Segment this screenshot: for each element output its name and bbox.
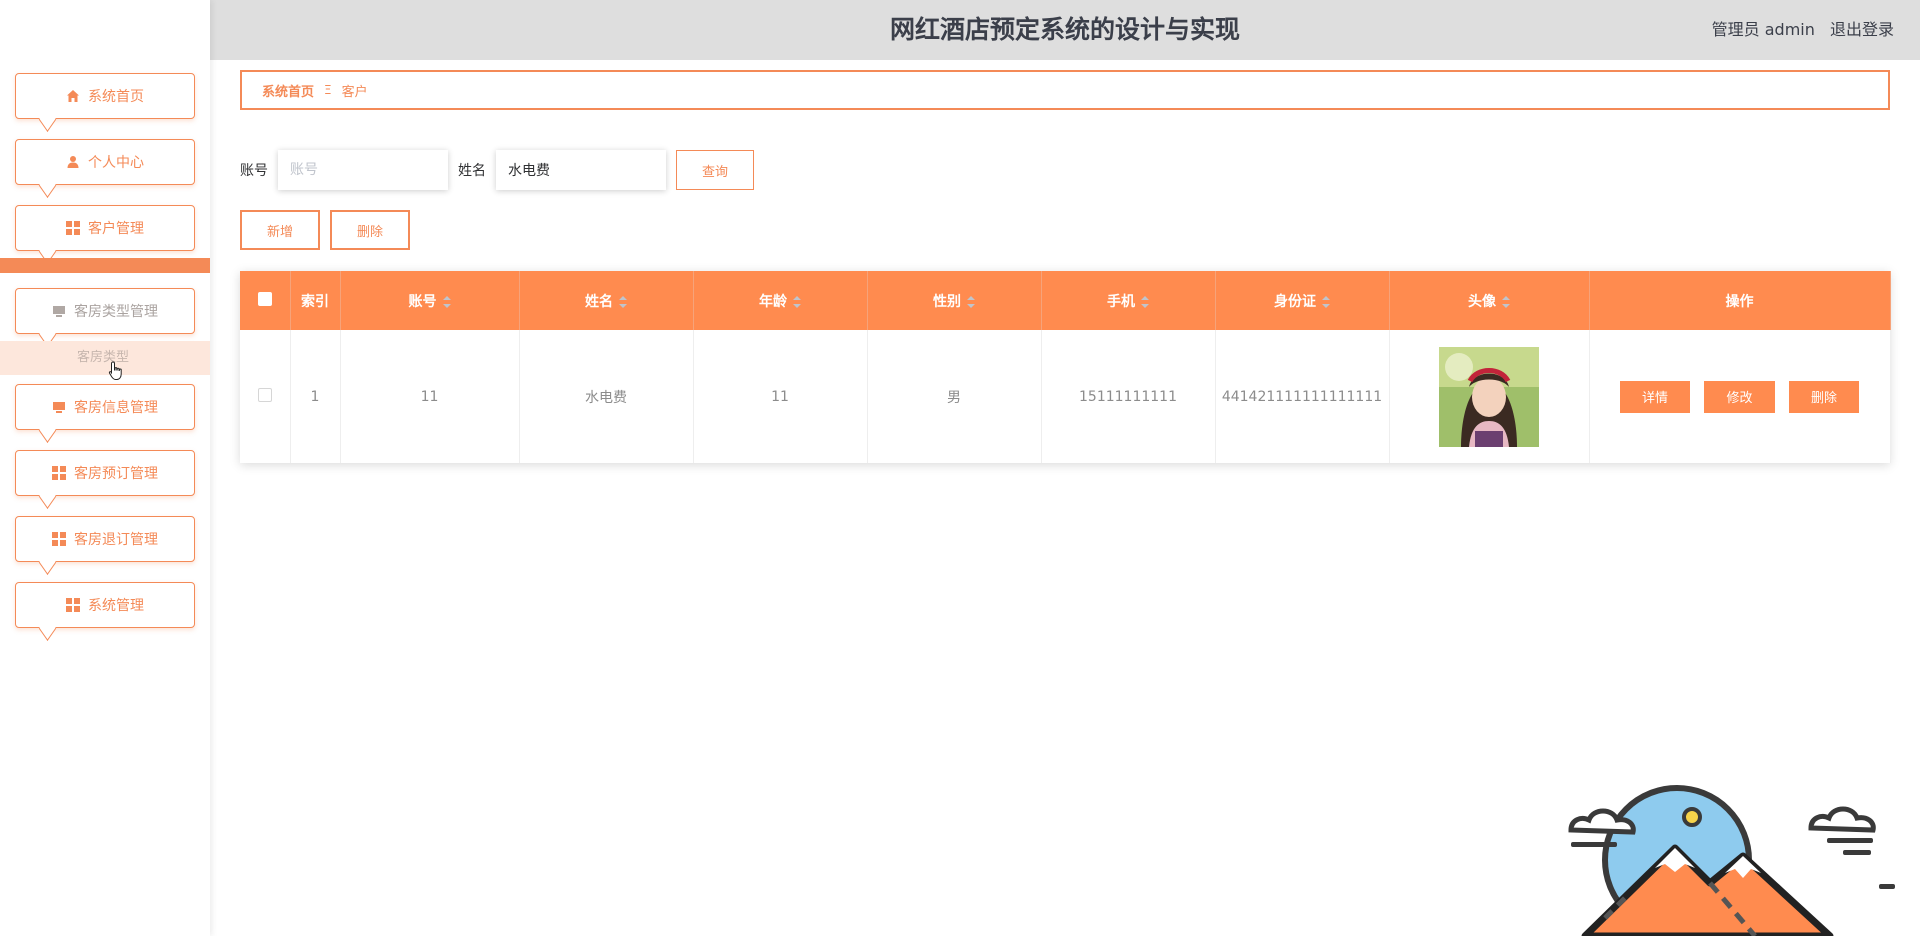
sidebar-item-label: 客房类型管理 <box>74 304 158 320</box>
column-header[interactable]: 手机 <box>1041 271 1216 330</box>
phone-cell: 15111111111 <box>1041 330 1216 463</box>
admin-role-label: 管理员 admin <box>1711 20 1815 39</box>
column-header-label: 索引 <box>301 293 329 310</box>
age-cell: 11 <box>693 330 868 463</box>
sidebar-item-label: 个人中心 <box>88 155 144 171</box>
sidebar-item-customers[interactable]: 客户管理 <box>15 205 195 251</box>
account-search-input[interactable] <box>278 150 448 190</box>
column-header[interactable]: 头像 <box>1389 271 1590 330</box>
row-delete-button[interactable]: 删除 <box>1788 380 1859 413</box>
row-select-cell[interactable] <box>240 330 291 463</box>
sidebar-item-profile[interactable]: 个人中心 <box>15 139 195 185</box>
sidebar-item-label: 系统管理 <box>88 598 144 614</box>
breadcrumb: 系统首页 Ξ 客户 <box>240 70 1890 110</box>
column-header[interactable]: 账号 <box>340 271 520 330</box>
column-header-label: 头像 <box>1468 293 1496 310</box>
sidebar-item-cancellations[interactable]: 客房退订管理 <box>15 516 195 562</box>
mountain-illustration <box>1568 785 1895 936</box>
sidebar-item-label: 系统首页 <box>88 89 144 105</box>
id-card-cell: 441421111111111111 <box>1215 330 1390 463</box>
select-all-cell[interactable] <box>240 271 291 330</box>
breadcrumb-separator: Ξ <box>324 83 332 97</box>
hand-cursor-icon <box>108 361 122 380</box>
sidebar-item-label: 客户管理 <box>88 221 144 237</box>
breadcrumb-home-link[interactable]: 系统首页 <box>262 81 314 100</box>
user-icon <box>67 156 79 168</box>
sort-icon[interactable] <box>1322 295 1330 308</box>
table-header-row: 索引 账号 姓名 年龄 性别 手机 身份证 头像 操作 <box>240 271 1891 330</box>
table-row: 1 11 水电费 11 男 15111111111 44142111111111… <box>240 330 1891 463</box>
detail-button[interactable]: 详情 <box>1620 380 1691 413</box>
header-user-area: 管理员 admin 退出登录 <box>1702 0 1894 60</box>
sort-icon[interactable] <box>793 295 801 308</box>
sort-icon[interactable] <box>967 295 975 308</box>
page-title: 网红酒店预定系统的设计与实现 <box>889 15 1240 44</box>
account-label: 账号 <box>240 163 268 179</box>
batch-delete-button[interactable]: 删除 <box>330 210 410 250</box>
sidebar: 系统首页 个人中心 客户管理 客房类型管理 客房类型 客房信息管理 客房预订管理… <box>0 0 210 936</box>
grid-icon <box>66 221 80 235</box>
select-all-checkbox[interactable] <box>257 291 272 306</box>
avatar-cell <box>1389 330 1590 463</box>
customer-table: 索引 账号 姓名 年龄 性别 手机 身份证 头像 操作 1 11 水电费 11 … <box>240 271 1891 463</box>
column-header-label: 手机 <box>1107 293 1135 310</box>
column-header[interactable]: 性别 <box>867 271 1042 330</box>
sidebar-item-home[interactable]: 系统首页 <box>15 73 195 119</box>
submenu-item-room-type[interactable]: 客房类型 <box>0 341 210 375</box>
column-header-label: 年龄 <box>759 293 787 310</box>
monitor-icon <box>53 306 65 317</box>
sidebar-item-room-info[interactable]: 客房信息管理 <box>15 384 195 430</box>
column-header-label: 账号 <box>408 293 437 310</box>
column-header[interactable]: 年龄 <box>693 271 868 330</box>
sidebar-item-system[interactable]: 系统管理 <box>15 582 195 628</box>
index-cell: 1 <box>290 330 341 463</box>
account-cell: 11 <box>340 330 520 463</box>
sidebar-item-label: 客房预订管理 <box>74 466 158 482</box>
sort-icon[interactable] <box>1502 295 1510 308</box>
name-cell: 水电费 <box>519 330 694 463</box>
active-menu-indicator <box>0 258 210 273</box>
monitor-icon <box>53 402 65 413</box>
sort-icon[interactable] <box>442 295 451 308</box>
edit-button[interactable]: 修改 <box>1704 380 1775 413</box>
top-header: 网红酒店预定系统的设计与实现 管理员 admin 退出登录 <box>210 0 1920 60</box>
add-button[interactable]: 新增 <box>240 210 320 250</box>
column-header: 索引 <box>290 271 341 330</box>
column-header-label: 操作 <box>1725 293 1754 310</box>
name-search-input[interactable] <box>496 150 666 190</box>
sidebar-item-label: 客房退订管理 <box>74 532 158 548</box>
column-header[interactable]: 姓名 <box>519 271 694 330</box>
sidebar-item-bookings[interactable]: 客房预订管理 <box>15 450 195 496</box>
column-header: 操作 <box>1589 271 1891 330</box>
name-label: 姓名 <box>458 163 486 179</box>
sort-icon[interactable] <box>619 295 627 308</box>
sidebar-item-room-types[interactable]: 客房类型管理 <box>15 288 195 334</box>
actions-cell: 详情 修改 删除 <box>1589 330 1891 463</box>
logout-link[interactable]: 退出登录 <box>1830 20 1894 39</box>
sidebar-item-label: 客房信息管理 <box>74 400 158 416</box>
column-header[interactable]: 身份证 <box>1215 271 1390 330</box>
row-checkbox[interactable] <box>257 387 272 402</box>
avatar <box>1439 346 1539 447</box>
breadcrumb-current: 客户 <box>341 84 368 100</box>
gender-cell: 男 <box>867 330 1042 463</box>
column-header-label: 身份证 <box>1274 293 1316 310</box>
home-icon <box>67 90 79 102</box>
grid-icon <box>52 532 66 546</box>
grid-icon <box>66 598 80 612</box>
column-header-label: 性别 <box>933 293 961 310</box>
query-button[interactable]: 查询 <box>676 150 754 190</box>
sort-icon[interactable] <box>1141 295 1149 308</box>
grid-icon <box>52 466 66 480</box>
column-header-label: 姓名 <box>585 293 613 310</box>
